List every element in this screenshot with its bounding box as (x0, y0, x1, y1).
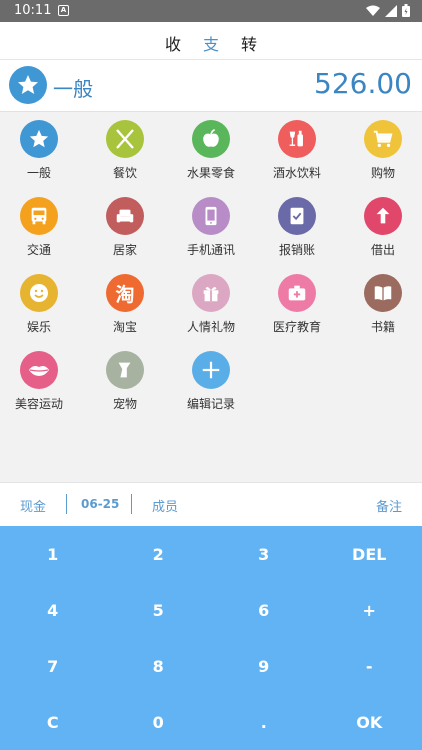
status-time: 10:11 (14, 3, 52, 18)
category-item-transport[interactable]: 交通 (0, 191, 81, 267)
star-icon (20, 120, 58, 158)
key-0[interactable]: 0 (106, 694, 212, 750)
notification-icon: A (58, 5, 69, 16)
category-item-books[interactable]: 书籍 (341, 268, 422, 344)
category-label: 医疗教育 (272, 320, 321, 334)
category-item-edit[interactable]: 编辑记录 (169, 345, 253, 421)
category-item-taobao[interactable]: 淘 淘宝 (83, 268, 167, 344)
key-5[interactable]: 5 (106, 582, 212, 638)
category-item-medical[interactable]: 医疗教育 (255, 268, 339, 344)
category-label: 宠物 (112, 397, 137, 411)
category-item-drinks[interactable]: 酒水饮料 (255, 114, 339, 190)
record-info-bar: 现金 06-25 成员 备注 (0, 482, 422, 526)
bus-icon (20, 197, 58, 235)
wifi-icon (366, 5, 380, 16)
category-item-home[interactable]: 居家 (83, 191, 167, 267)
category-item-pets[interactable]: 宠物 (83, 345, 167, 421)
category-item-entertainment[interactable]: 娱乐 (0, 268, 81, 344)
book-icon (364, 274, 402, 312)
star-icon (9, 66, 47, 104)
category-label: 借出 (370, 243, 395, 257)
category-label: 水果零食 (186, 166, 235, 180)
note-button[interactable]: 备注 (376, 496, 402, 515)
arrow-up-icon (364, 197, 402, 235)
medkit-icon (278, 274, 316, 312)
key-9[interactable]: 9 (211, 638, 317, 694)
tab-expense[interactable]: 支 (203, 31, 219, 55)
member-selector[interactable]: 成员 (152, 496, 178, 515)
category-grid: 一般 餐饮 水果零食 酒水饮料 购物 交通 居家 手机通讯 报销账 借出 娱乐 … (0, 112, 422, 482)
category-label: 淘宝 (112, 320, 137, 334)
pet-icon (106, 351, 144, 389)
gift-icon (192, 274, 230, 312)
category-label: 餐饮 (112, 166, 137, 180)
wine-icon (278, 120, 316, 158)
key-ok[interactable]: OK (317, 694, 422, 750)
category-header: 一般 526.00 (0, 60, 422, 112)
status-bar: 10:11 A (0, 0, 422, 22)
category-label: 人情礼物 (186, 320, 235, 334)
category-label: 手机通讯 (186, 243, 235, 257)
category-item-general[interactable]: 一般 (0, 114, 81, 190)
key-6[interactable]: 6 (211, 582, 317, 638)
category-item-reimburse[interactable]: 报销账 (255, 191, 339, 267)
status-icons (366, 4, 410, 17)
category-label: 居家 (112, 243, 137, 257)
category-label: 一般 (26, 166, 51, 180)
category-label: 交通 (26, 243, 51, 257)
key-decimal[interactable]: . (211, 694, 317, 750)
key-plus[interactable]: + (317, 582, 422, 638)
category-label: 书籍 (370, 320, 395, 334)
category-label: 酒水饮料 (272, 166, 321, 180)
check-doc-icon (278, 197, 316, 235)
amount-display: 526.00 (314, 67, 412, 100)
category-item-gifts[interactable]: 人情礼物 (169, 268, 253, 344)
key-8[interactable]: 8 (106, 638, 212, 694)
lips-icon (20, 351, 58, 389)
key-minus[interactable]: - (317, 638, 422, 694)
category-item-lend[interactable]: 借出 (341, 191, 422, 267)
category-label: 编辑记录 (186, 397, 235, 411)
category-item-dining[interactable]: 餐饮 (83, 114, 167, 190)
plus-icon (192, 351, 230, 389)
date-selector[interactable]: 06-25 (81, 497, 119, 511)
sofa-icon (106, 197, 144, 235)
current-category-name: 一般 (53, 77, 93, 101)
number-keypad: 1 2 3 DEL 4 5 6 + 7 8 9 - C 0 . OK (0, 526, 422, 750)
category-label: 购物 (370, 166, 395, 180)
key-4[interactable]: 4 (0, 582, 106, 638)
category-label: 报销账 (278, 243, 315, 257)
account-selector[interactable]: 现金 (20, 496, 46, 515)
category-label: 娱乐 (26, 320, 51, 334)
battery-icon (402, 4, 410, 17)
key-clear[interactable]: C (0, 694, 106, 750)
smile-icon (20, 274, 58, 312)
key-7[interactable]: 7 (0, 638, 106, 694)
fork-knife-icon (106, 120, 144, 158)
category-label: 美容运动 (14, 397, 63, 411)
key-2[interactable]: 2 (106, 526, 212, 582)
cart-icon (364, 120, 402, 158)
category-item-shopping[interactable]: 购物 (341, 114, 422, 190)
key-1[interactable]: 1 (0, 526, 106, 582)
divider (66, 494, 67, 514)
taobao-icon: 淘 (106, 274, 144, 312)
key-delete[interactable]: DEL (317, 526, 422, 582)
tab-income[interactable]: 收 (165, 31, 181, 55)
divider (131, 494, 132, 514)
apple-icon (192, 120, 230, 158)
tab-transfer[interactable]: 转 (241, 31, 257, 55)
type-tabs: 收 支 转 (0, 22, 422, 60)
signal-icon (385, 4, 397, 17)
key-3[interactable]: 3 (211, 526, 317, 582)
category-item-fruit-snacks[interactable]: 水果零食 (169, 114, 253, 190)
category-item-beauty-sports[interactable]: 美容运动 (0, 345, 81, 421)
phone-icon (192, 197, 230, 235)
category-item-phone[interactable]: 手机通讯 (169, 191, 253, 267)
